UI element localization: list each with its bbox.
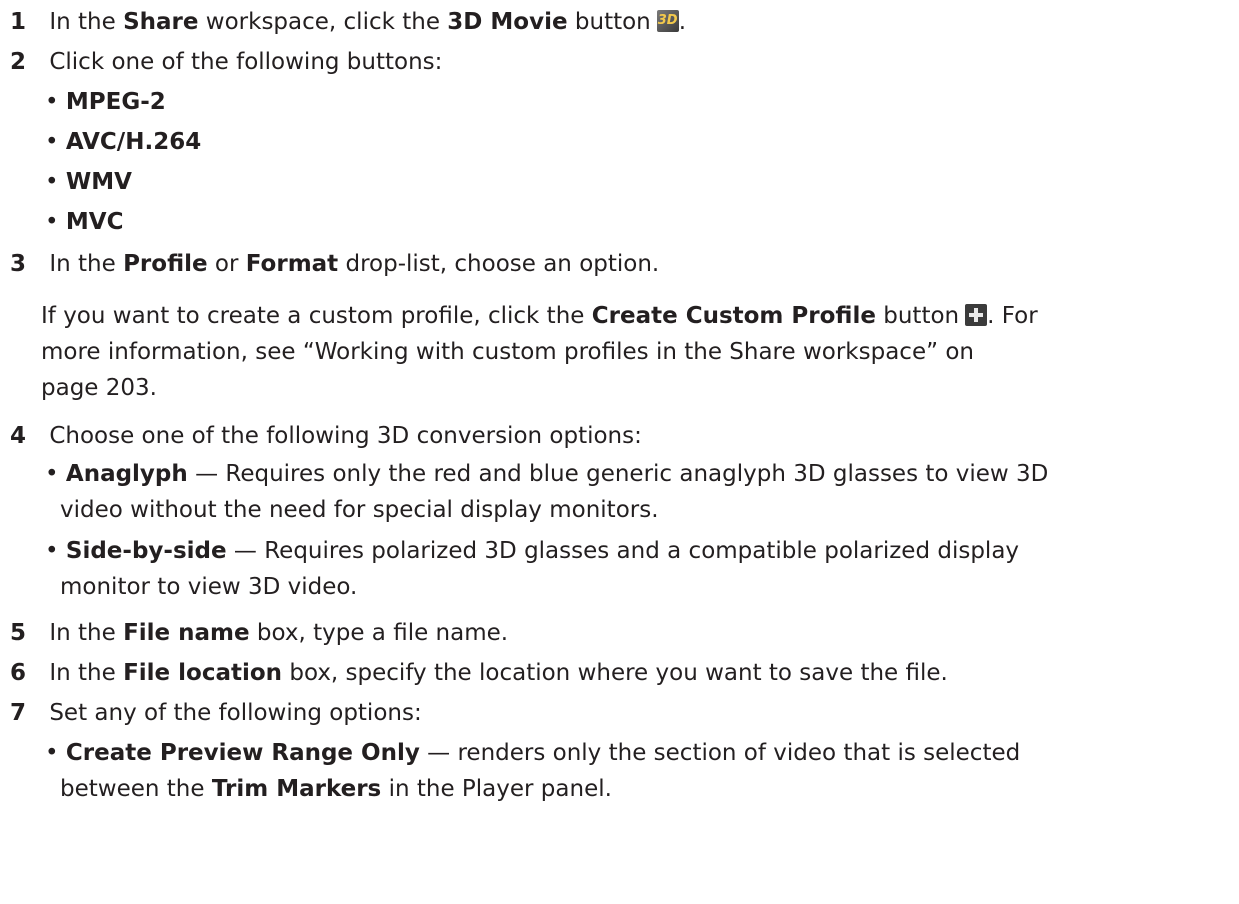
step-3-note-line-2: more information, see “Working with cust… — [41, 339, 974, 365]
step-4: 4 Choose one of the following 3D convers… — [10, 423, 642, 449]
list-item: • Side-by-side — Requires polarized 3D g… — [45, 538, 1020, 564]
list-item: • MVC — [45, 209, 124, 235]
step-number: 5 — [10, 620, 27, 646]
step-number: 4 — [10, 423, 27, 449]
list-item-continuation: between the Trim Markers in the Player p… — [60, 776, 612, 802]
step-3-note-line-3: page 203. — [41, 375, 157, 401]
step-number: 6 — [10, 660, 27, 686]
document-page: 1 In the Share workspace, click the 3D M… — [0, 0, 1239, 904]
list-item: • WMV — [45, 169, 132, 195]
step-1: 1 In the Share workspace, click the 3D M… — [10, 9, 687, 35]
list-item-continuation: monitor to view 3D video. — [60, 574, 358, 600]
list-item: • Create Preview Range Only — renders on… — [45, 740, 1021, 766]
step-number: 7 — [10, 700, 27, 726]
step-7: 7 Set any of the following options: — [10, 700, 422, 726]
3d-movie-icon: 3D — [656, 10, 679, 32]
list-item: • Anaglyph — Requires only the red and b… — [45, 461, 1049, 487]
plus-icon — [965, 304, 988, 326]
step-2: 2 Click one of the following buttons: — [10, 49, 443, 75]
step-3: 3 In the Profile or Format drop-list, ch… — [10, 251, 660, 277]
step-number: 2 — [10, 49, 27, 75]
list-item-continuation: video without the need for special displ… — [60, 497, 659, 523]
step-number: 3 — [10, 251, 27, 277]
step-3-note-line-1: If you want to create a custom profile, … — [41, 303, 1038, 329]
step-5: 5 In the File name box, type a file name… — [10, 620, 509, 646]
list-item: • AVC/H.264 — [45, 129, 202, 155]
step-6: 6 In the File location box, specify the … — [10, 660, 948, 686]
step-number: 1 — [10, 9, 27, 35]
list-item: • MPEG-2 — [45, 89, 166, 115]
